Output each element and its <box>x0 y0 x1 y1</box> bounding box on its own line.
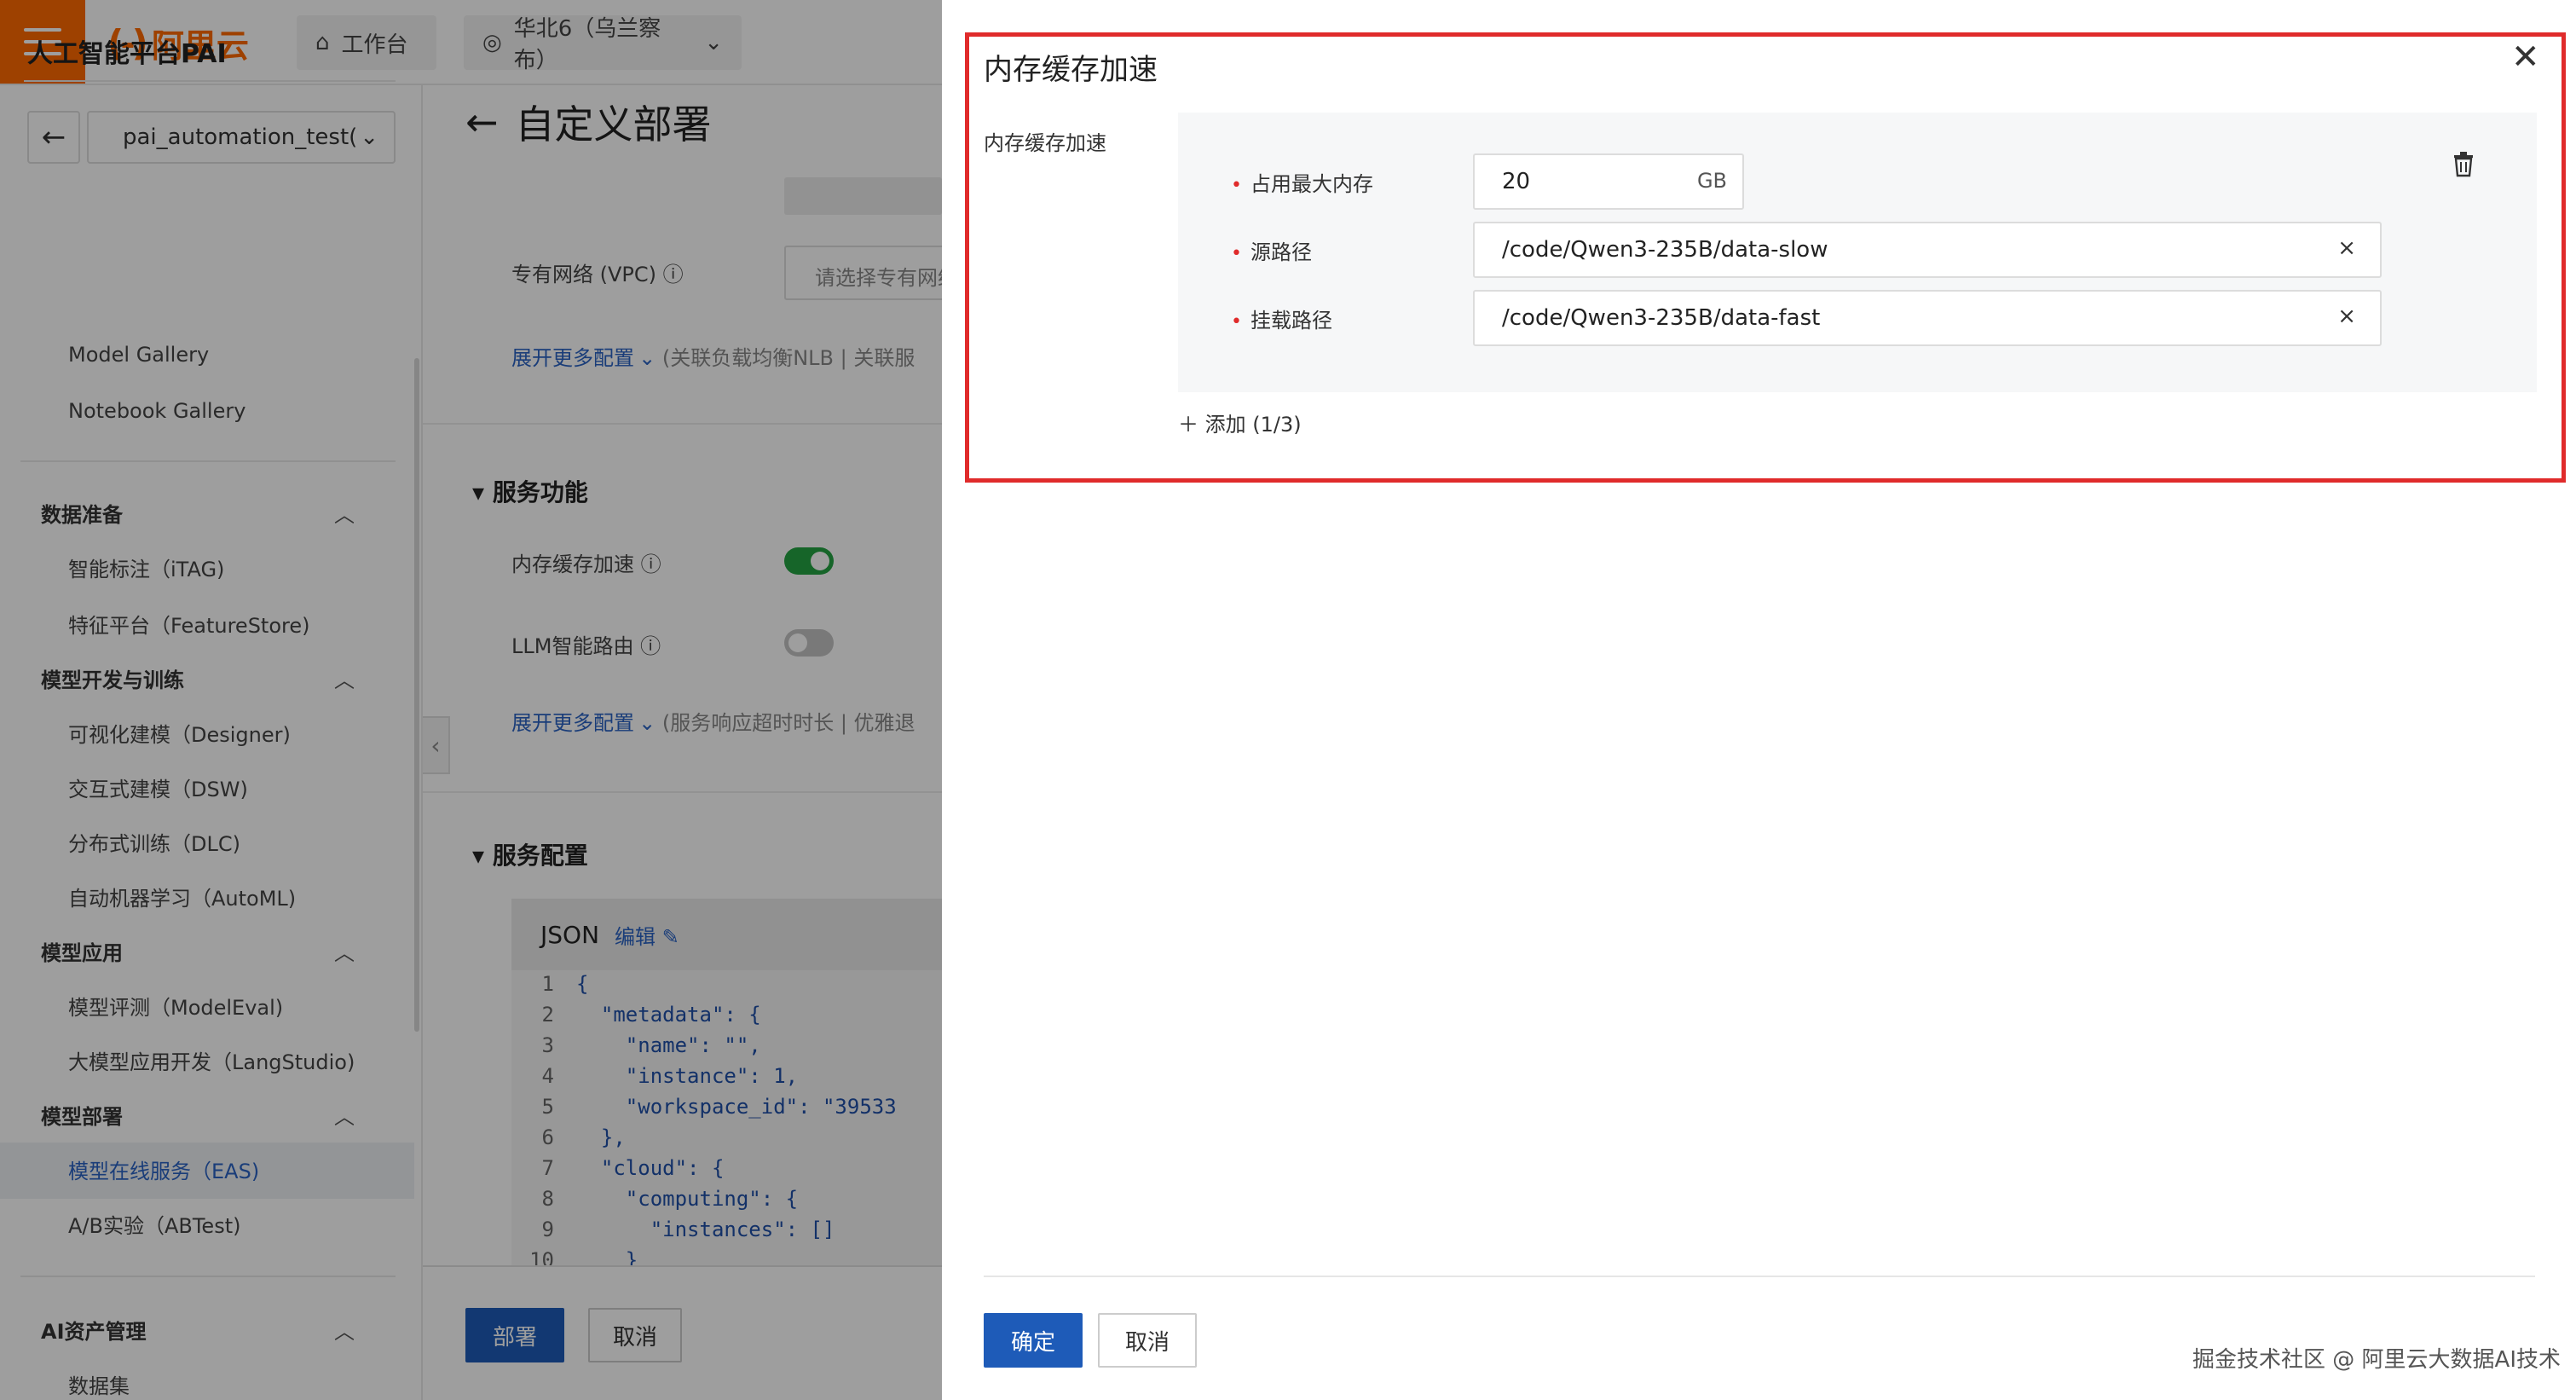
memory-unit: GB <box>1696 169 1727 193</box>
mount-path-label: 挂载路径 <box>1231 304 1332 333</box>
drawer-footer-divider <box>984 1276 2535 1277</box>
mount-path-value: /code/Qwen3-235B/data-fast <box>1502 305 1821 331</box>
drawer-title: 内存缓存加速 <box>984 53 1158 87</box>
max-memory-label: 占用最大内存 <box>1231 167 1373 197</box>
source-path-input[interactable]: /code/Qwen3-235B/data-slow × <box>1473 222 2382 278</box>
source-path-label: 源路径 <box>1231 235 1312 265</box>
add-label: 添加 (1/3) <box>1204 413 1302 437</box>
max-memory-value: 20 <box>1502 169 1531 194</box>
close-icon[interactable]: ✕ <box>2511 38 2540 77</box>
add-cache-button[interactable]: ＋ 添加 (1/3) <box>1178 408 1302 437</box>
trash-icon[interactable] <box>2452 150 2475 177</box>
memory-cache-field-label: 内存缓存加速 <box>984 131 1106 155</box>
mount-path-input[interactable]: /code/Qwen3-235B/data-fast × <box>1473 290 2382 346</box>
source-path-value: /code/Qwen3-235B/data-slow <box>1502 237 1828 263</box>
clear-icon[interactable]: × <box>2337 304 2356 329</box>
plus-icon: ＋ <box>1178 413 1198 437</box>
max-memory-input[interactable]: 20 GB <box>1473 153 1744 210</box>
confirm-button[interactable]: 确定 <box>984 1313 1083 1368</box>
modal-overlay[interactable] <box>0 0 942 1400</box>
clear-icon[interactable]: × <box>2337 235 2356 261</box>
watermark: 掘金技术社区 @ 阿里云大数据AI技术 <box>2192 1347 2561 1373</box>
drawer-cancel-button[interactable]: 取消 <box>1098 1313 1197 1368</box>
